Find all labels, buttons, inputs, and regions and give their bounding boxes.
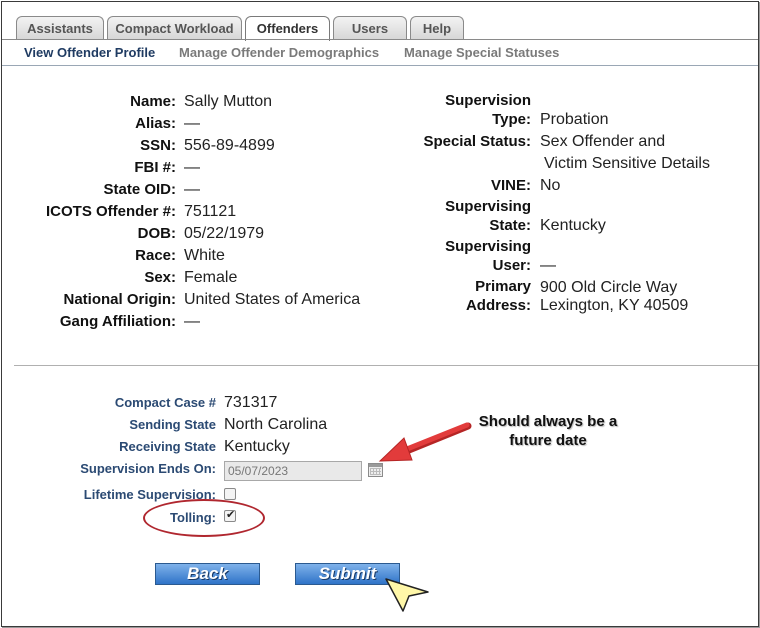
- annotation-overlay: [378, 422, 472, 612]
- app-window: Assistants Compact Workload Offenders Us…: [1, 1, 759, 627]
- red-arrow-icon: [378, 422, 472, 462]
- mouse-cursor-icon: [385, 578, 429, 612]
